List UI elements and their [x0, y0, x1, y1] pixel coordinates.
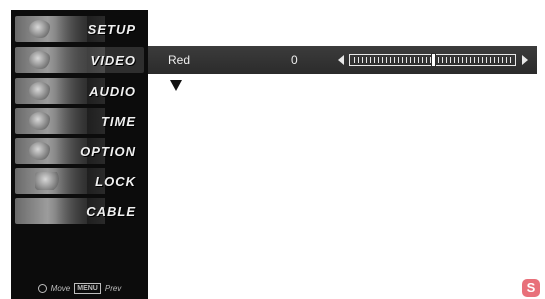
menu-item-label: VIDEO — [90, 52, 136, 68]
red-slider[interactable] — [349, 54, 516, 66]
menu-item-time[interactable]: TIME — [15, 108, 144, 134]
navigation-button-icon — [37, 284, 47, 293]
setting-name: Red — [168, 53, 191, 67]
red-adjustment-row[interactable]: Red 0 — [148, 46, 537, 74]
menu-item-video[interactable]: VIDEO — [15, 47, 144, 73]
menu-item-label: CABLE — [86, 203, 136, 219]
osd-menu: SETUP VIDEO AUDIO TIME OPTION LOCK CABLE… — [11, 10, 148, 299]
right-arrow-icon[interactable] — [522, 55, 528, 65]
menu-item-label: SETUP — [87, 21, 136, 37]
menu-key-label: MENU — [74, 283, 101, 294]
menu-item-label: OPTION — [80, 143, 136, 159]
left-arrow-icon[interactable] — [338, 55, 344, 65]
menu-item-lock[interactable]: LOCK — [15, 168, 144, 194]
menu-footer-hint: Move MENU Prev — [11, 283, 148, 294]
menu-item-audio[interactable]: AUDIO — [15, 78, 144, 104]
prev-hint-label: Prev — [104, 284, 122, 293]
down-arrow-icon — [170, 80, 182, 91]
menu-item-label: LOCK — [95, 173, 136, 189]
menu-item-option[interactable]: OPTION — [15, 138, 144, 164]
slider-thumb[interactable] — [432, 54, 435, 66]
move-hint-label: Move — [50, 284, 71, 293]
corner-logo: S — [522, 279, 540, 297]
menu-item-cable[interactable]: CABLE — [15, 198, 144, 224]
menu-item-label: TIME — [100, 113, 136, 129]
menu-item-setup[interactable]: SETUP — [15, 16, 144, 42]
setting-value: 0 — [291, 53, 298, 67]
menu-item-label: AUDIO — [89, 83, 136, 99]
